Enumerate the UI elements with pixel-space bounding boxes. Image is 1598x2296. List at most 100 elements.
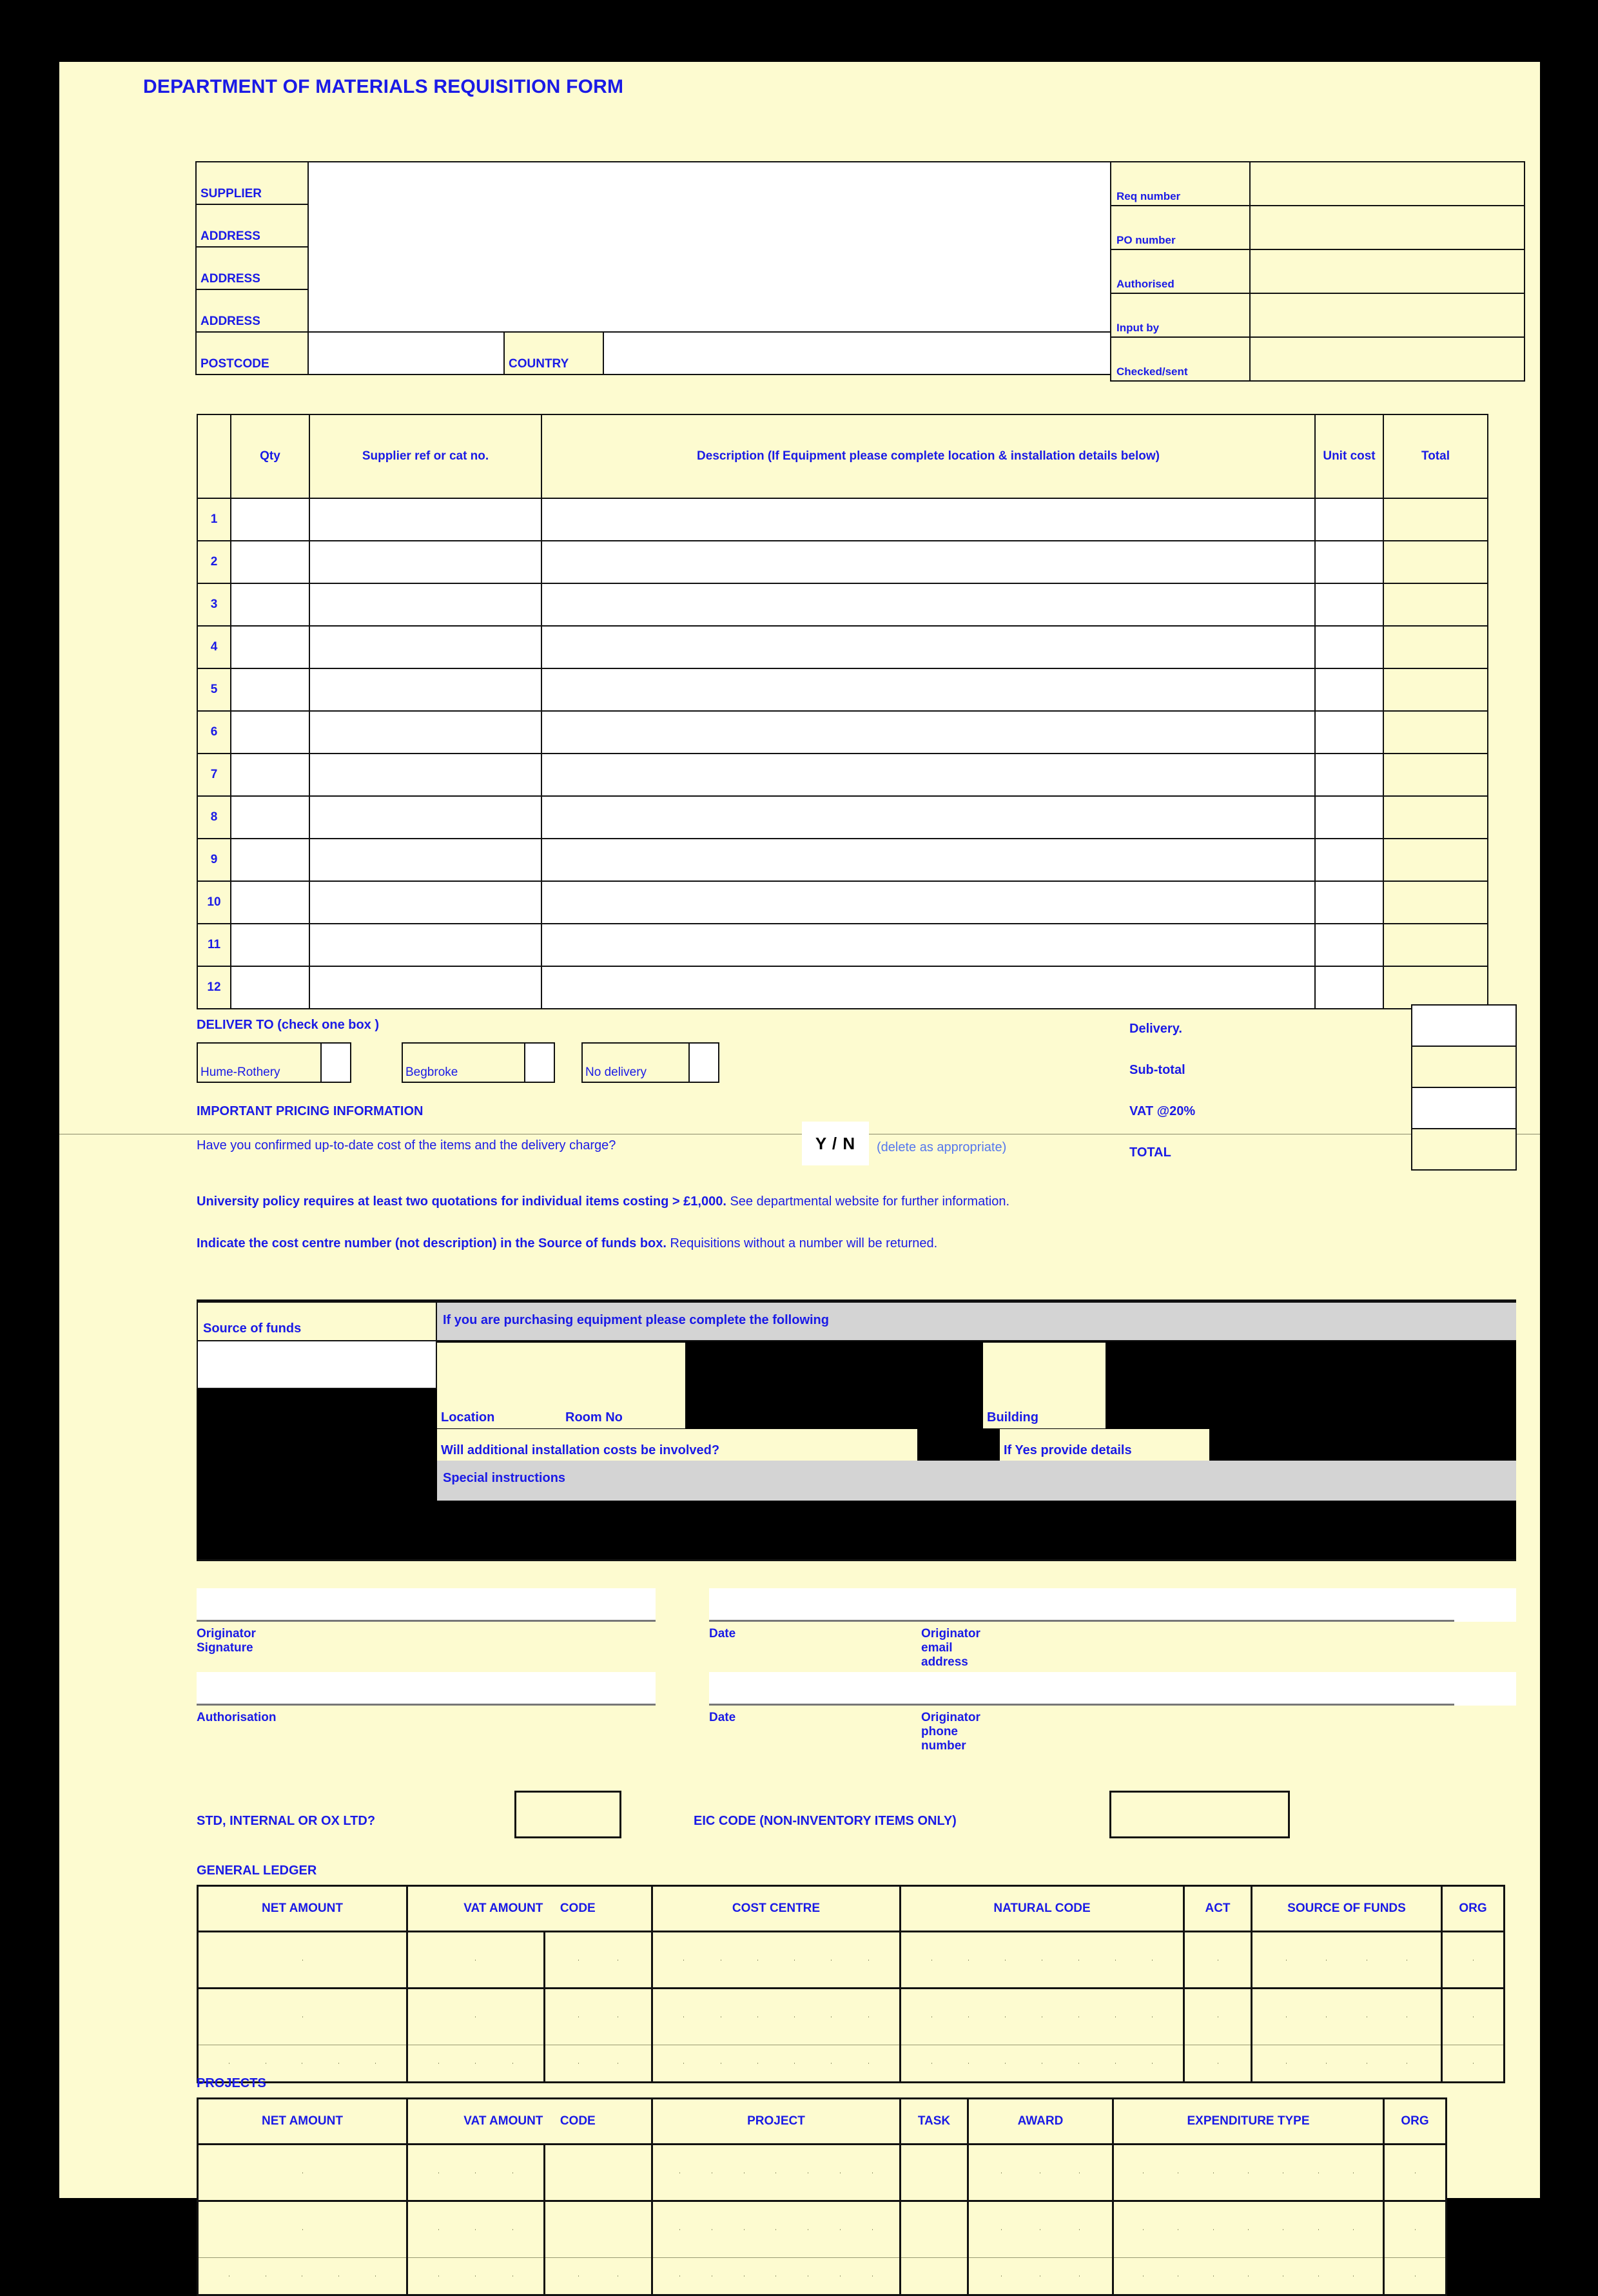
items-row-total[interactable] bbox=[1383, 923, 1488, 967]
items-row-ref[interactable] bbox=[309, 668, 542, 712]
items-row-qty[interactable] bbox=[230, 838, 310, 882]
originator-phone-field-ext[interactable] bbox=[1454, 1672, 1516, 1706]
location-value-field[interactable] bbox=[685, 1343, 983, 1428]
gl-cell[interactable] bbox=[1251, 2045, 1443, 2083]
items-row-unit-cost[interactable] bbox=[1314, 625, 1384, 669]
deliver-option-hume-rothery[interactable]: Hume-Rothery bbox=[197, 1042, 351, 1083]
items-row-unit-cost[interactable] bbox=[1314, 583, 1384, 627]
gl-cell[interactable] bbox=[899, 1931, 1185, 1989]
items-row-qty[interactable] bbox=[230, 583, 310, 627]
items-row-qty[interactable] bbox=[230, 923, 310, 967]
items-row-qty[interactable] bbox=[230, 540, 310, 584]
items-row-qty[interactable] bbox=[230, 966, 310, 1009]
gl-cell[interactable] bbox=[543, 1988, 654, 2045]
items-row-description[interactable] bbox=[541, 668, 1316, 712]
deliver-option-no-delivery[interactable]: No delivery bbox=[581, 1042, 719, 1083]
items-row-unit-cost[interactable] bbox=[1314, 966, 1384, 1009]
delivery-value[interactable] bbox=[1411, 1004, 1517, 1047]
gl-cell[interactable] bbox=[543, 1931, 654, 1989]
gl-cell[interactable] bbox=[651, 2045, 901, 2083]
items-row-unit-cost[interactable] bbox=[1314, 753, 1384, 797]
items-row-unit-cost[interactable] bbox=[1314, 540, 1384, 584]
gl-cell[interactable] bbox=[1441, 1931, 1505, 1989]
vat-value[interactable] bbox=[1411, 1087, 1517, 1129]
pr-cell[interactable] bbox=[197, 2144, 408, 2202]
gl-cell[interactable] bbox=[406, 1931, 545, 1989]
total-value[interactable] bbox=[1411, 1128, 1517, 1171]
items-row-qty[interactable] bbox=[230, 668, 310, 712]
pr-cell[interactable] bbox=[967, 2144, 1114, 2202]
std-internal-field[interactable] bbox=[514, 1791, 621, 1838]
items-row-ref[interactable] bbox=[309, 795, 542, 839]
items-row-ref[interactable] bbox=[309, 540, 542, 584]
pr-cell[interactable] bbox=[967, 2257, 1114, 2296]
items-row-qty[interactable] bbox=[230, 498, 310, 541]
items-row-unit-cost[interactable] bbox=[1314, 795, 1384, 839]
gl-cell[interactable] bbox=[197, 1931, 408, 1989]
supplier-address-field[interactable] bbox=[307, 161, 1133, 333]
items-row-total[interactable] bbox=[1383, 795, 1488, 839]
pr-cell[interactable] bbox=[1383, 2144, 1447, 2202]
items-row-total[interactable] bbox=[1383, 710, 1488, 754]
items-row-ref[interactable] bbox=[309, 753, 542, 797]
items-row-description[interactable] bbox=[541, 540, 1316, 584]
items-row-ref[interactable] bbox=[309, 880, 542, 924]
originator-email-field[interactable] bbox=[921, 1588, 1454, 1622]
pr-cell[interactable] bbox=[406, 2257, 545, 2296]
gl-cell[interactable] bbox=[1251, 1988, 1443, 2045]
pr-cell[interactable] bbox=[543, 2257, 654, 2296]
gl-cell[interactable] bbox=[1183, 1988, 1252, 2045]
items-row-description[interactable] bbox=[541, 710, 1316, 754]
gl-cell[interactable] bbox=[899, 1988, 1185, 2045]
pr-cell[interactable] bbox=[543, 2201, 654, 2258]
deliver-option-checkbox-2[interactable] bbox=[688, 1042, 719, 1083]
originator-date-field[interactable] bbox=[709, 1588, 922, 1622]
pr-cell[interactable] bbox=[651, 2144, 901, 2202]
gl-cell[interactable] bbox=[1251, 1931, 1443, 1989]
pr-cell[interactable] bbox=[197, 2201, 408, 2258]
gl-cell[interactable] bbox=[1441, 1988, 1505, 2045]
eic-code-field[interactable] bbox=[1109, 1791, 1290, 1838]
special-instructions-field[interactable] bbox=[437, 1501, 1516, 1559]
checked-sent-field[interactable] bbox=[1249, 336, 1525, 382]
items-row-qty[interactable] bbox=[230, 625, 310, 669]
req-number-field[interactable] bbox=[1249, 161, 1525, 206]
items-row-qty[interactable] bbox=[230, 795, 310, 839]
gl-cell[interactable] bbox=[1183, 2045, 1252, 2083]
items-row-qty[interactable] bbox=[230, 710, 310, 754]
authorisation-field[interactable] bbox=[197, 1672, 656, 1706]
originator-phone-field[interactable] bbox=[921, 1672, 1454, 1706]
pr-cell[interactable] bbox=[197, 2257, 408, 2296]
items-row-total[interactable] bbox=[1383, 540, 1488, 584]
items-row-description[interactable] bbox=[541, 923, 1316, 967]
items-row-unit-cost[interactable] bbox=[1314, 880, 1384, 924]
items-row-unit-cost[interactable] bbox=[1314, 498, 1384, 541]
items-row-total[interactable] bbox=[1383, 498, 1488, 541]
items-row-ref[interactable] bbox=[309, 838, 542, 882]
items-row-ref[interactable] bbox=[309, 498, 542, 541]
pr-cell[interactable] bbox=[1383, 2201, 1447, 2258]
gl-cell[interactable] bbox=[651, 1988, 901, 2045]
gl-cell[interactable] bbox=[197, 1988, 408, 2045]
items-row-ref[interactable] bbox=[309, 583, 542, 627]
items-row-total[interactable] bbox=[1383, 966, 1488, 1009]
yes-no-toggle[interactable]: Y / N bbox=[802, 1122, 869, 1165]
pr-cell[interactable] bbox=[543, 2144, 654, 2202]
pr-cell[interactable] bbox=[406, 2201, 545, 2258]
gl-cell[interactable] bbox=[1183, 1931, 1252, 1989]
items-row-ref[interactable] bbox=[309, 710, 542, 754]
deliver-option-checkbox-0[interactable] bbox=[320, 1042, 351, 1083]
items-row-total[interactable] bbox=[1383, 753, 1488, 797]
po-number-field[interactable] bbox=[1249, 205, 1525, 250]
items-row-description[interactable] bbox=[541, 583, 1316, 627]
gl-cell[interactable] bbox=[651, 1931, 901, 1989]
input-by-field[interactable] bbox=[1249, 293, 1525, 338]
items-row-unit-cost[interactable] bbox=[1314, 923, 1384, 967]
gl-cell[interactable] bbox=[543, 2045, 654, 2083]
subtotal-value[interactable] bbox=[1411, 1046, 1517, 1088]
items-row-unit-cost[interactable] bbox=[1314, 668, 1384, 712]
pr-cell[interactable] bbox=[1112, 2257, 1385, 2296]
items-row-description[interactable] bbox=[541, 753, 1316, 797]
items-row-description[interactable] bbox=[541, 795, 1316, 839]
items-row-unit-cost[interactable] bbox=[1314, 838, 1384, 882]
